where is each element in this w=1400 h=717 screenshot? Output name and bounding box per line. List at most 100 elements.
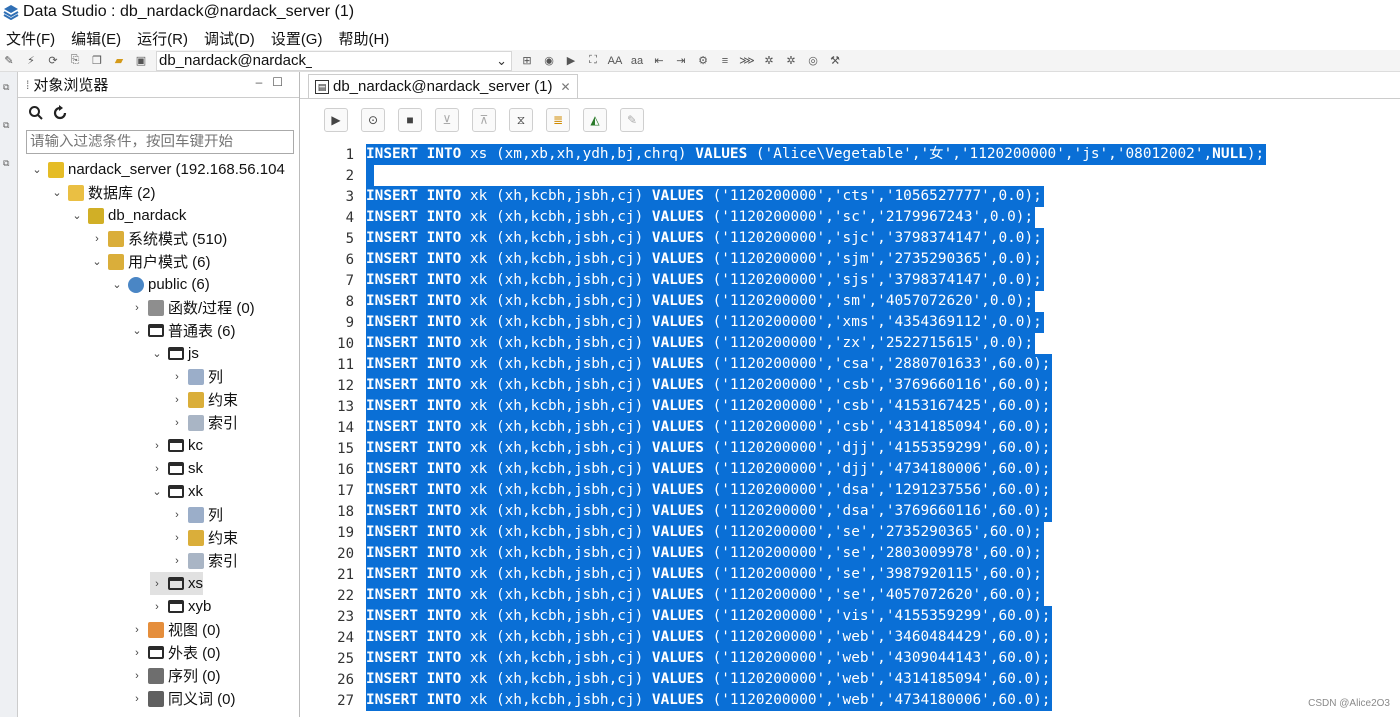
menu-settings[interactable]: 设置(G) [265, 28, 329, 49]
menu-file[interactable]: 文件(F) [0, 28, 61, 49]
tree-node[interactable]: › kc [150, 434, 203, 457]
history-icon[interactable]: ⧖ [509, 108, 533, 132]
debug-icon[interactable]: ✲ [760, 52, 778, 70]
minimize-panel-icon[interactable]: ⧉ [3, 120, 13, 130]
chevron-down-icon[interactable]: ⌄ [130, 324, 144, 337]
chevron-right-icon[interactable]: › [170, 532, 184, 544]
execute-step-icon[interactable]: ⊙ [361, 108, 385, 132]
tree-node[interactable]: › 函数/过程 (0) [130, 296, 255, 319]
tree-node[interactable]: ⌄ nardack_server (192.168.56.104 [30, 158, 284, 181]
tree-node[interactable]: › 索引 [170, 411, 238, 434]
comment-icon[interactable]: ≡ [716, 52, 734, 70]
chevron-down-icon[interactable]: ⌄ [70, 209, 84, 222]
uppercase-icon[interactable]: AA [606, 52, 624, 70]
menu-help[interactable]: 帮助(H) [332, 28, 395, 49]
indent-icon[interactable]: ⇤ [650, 52, 668, 70]
breakpoint-icon[interactable]: ⛶ [584, 52, 602, 70]
chevron-down-icon[interactable]: ⌄ [30, 163, 44, 176]
restore-icon[interactable]: ⧉ [3, 82, 13, 92]
chevron-right-icon[interactable]: › [130, 302, 144, 314]
chevron-right-icon[interactable]: › [130, 647, 144, 659]
format-icon[interactable]: ⚙ [694, 52, 712, 70]
chevron-down-icon[interactable]: ⌄ [90, 255, 104, 268]
chevron-right-icon[interactable]: › [150, 601, 164, 613]
tree-node[interactable]: › 索引 [170, 549, 238, 572]
tree-node[interactable]: ⌄ public (6) [110, 273, 209, 296]
tree-node[interactable]: › 列 [170, 503, 223, 526]
search-icon[interactable] [28, 105, 44, 121]
object-browser-tab[interactable]: ⁞ 对象浏览器 –☐ [18, 72, 299, 98]
user-schema-icon [108, 253, 124, 270]
export-icon[interactable]: ⎘ [66, 52, 84, 70]
outdent-icon[interactable]: ⇥ [672, 52, 690, 70]
tree-node[interactable]: › 外表 (0) [130, 641, 220, 664]
settings-icon[interactable]: ⚒ [826, 52, 844, 70]
refresh-icon[interactable] [52, 105, 68, 121]
filter-input[interactable] [30, 134, 293, 150]
tree-node[interactable]: › 视图 (0) [130, 618, 221, 641]
tree-node[interactable]: › 系统模式 (510) [90, 227, 227, 250]
tree-node[interactable]: › 约束 [170, 526, 238, 549]
chevron-right-icon[interactable]: › [170, 417, 184, 429]
tree-node[interactable]: › xyb [150, 595, 211, 618]
tree-node[interactable]: ⌄ xk [150, 480, 203, 503]
execute-icon[interactable]: ▶ [324, 108, 348, 132]
chevron-right-icon[interactable]: › [170, 509, 184, 521]
chevron-right-icon[interactable]: › [130, 670, 144, 682]
chevron-right-icon[interactable]: › [130, 624, 144, 636]
refresh-icon[interactable]: ⟳ [44, 52, 62, 70]
menu-edit[interactable]: 编辑(E) [65, 28, 127, 49]
chevron-down-icon[interactable]: ⌄ [150, 485, 164, 498]
chevron-right-icon[interactable]: › [130, 693, 144, 705]
chevron-right-icon[interactable]: › [170, 555, 184, 567]
connection-select[interactable]: db_nardack@nardack_server ⌄ [156, 50, 512, 71]
editor-tab[interactable]: ▤ db_nardack@nardack_server (1) ✕ [308, 74, 578, 98]
debug-step-icon[interactable]: ✲ [782, 52, 800, 70]
sql-keyword: INSERT INTO [366, 419, 462, 435]
tree-node[interactable]: ⌄ 数据库 (2) [50, 181, 156, 204]
commit-icon[interactable]: ⊻ [435, 108, 459, 132]
format-icon[interactable]: ≣ [546, 108, 570, 132]
chevron-right-icon[interactable]: › [150, 578, 164, 590]
chevron-down-icon[interactable]: ⌄ [50, 186, 64, 199]
chevron-right-icon[interactable]: › [170, 394, 184, 406]
filter-input-box[interactable] [26, 130, 294, 154]
tree-node[interactable]: ⌄ 用户模式 (6) [90, 250, 211, 273]
minimize-maximize-icon[interactable]: –☐ [256, 75, 293, 89]
tree-node[interactable]: › 约束 [170, 388, 238, 411]
code-line: 25 INSERT INTO xk (xh,kcbh,jsbh,cj) VALUE… [300, 648, 1400, 669]
disconnect-icon[interactable]: ⚡ [22, 52, 40, 70]
chevron-down-icon[interactable]: ⌄ [150, 347, 164, 360]
save-icon[interactable]: ▣ [132, 52, 150, 70]
tree-node[interactable]: ⌄ db_nardack [70, 204, 186, 227]
chevron-down-icon[interactable]: ⌄ [110, 278, 124, 291]
edit-icon[interactable]: ✎ [620, 108, 644, 132]
chevron-right-icon[interactable]: › [90, 233, 104, 245]
chevron-right-icon[interactable]: › [150, 440, 164, 452]
step-icon[interactable]: ▶ [562, 52, 580, 70]
stop-icon[interactable]: ■ [398, 108, 422, 132]
tree-node[interactable]: › 列 [170, 365, 223, 388]
tree-node[interactable]: › xs [150, 572, 203, 595]
panel-icon[interactable]: ⧉ [3, 158, 13, 168]
chevron-right-icon[interactable]: › [150, 463, 164, 475]
new-query-icon[interactable]: ⊞ [518, 52, 536, 70]
tree-node[interactable]: › 序列 (0) [130, 664, 221, 687]
chevron-right-icon[interactable]: › [170, 371, 184, 383]
execute-icon[interactable]: ◉ [540, 52, 558, 70]
rollback-icon[interactable]: ⊼ [472, 108, 496, 132]
lowercase-icon[interactable]: aa [628, 52, 646, 70]
tree-node[interactable]: › 同义词 (0) [130, 687, 236, 710]
uncomment-icon[interactable]: ⋙ [738, 52, 756, 70]
copy-icon[interactable]: ❐ [88, 52, 106, 70]
menu-run[interactable]: 运行(R) [131, 28, 194, 49]
open-folder-icon[interactable]: ▰ [110, 52, 128, 70]
new-connection-icon[interactable]: ✎ [0, 52, 18, 70]
debug-stop-icon[interactable]: ◎ [804, 52, 822, 70]
tree-node[interactable]: ⌄ 普通表 (6) [130, 319, 235, 342]
tree-node[interactable]: ⌄ js [150, 342, 198, 365]
tree-node[interactable]: › sk [150, 457, 203, 480]
close-icon[interactable]: ✕ [561, 80, 571, 94]
menu-debug[interactable]: 调试(D) [198, 28, 261, 49]
explain-plan-icon[interactable]: ◭ [583, 108, 607, 132]
